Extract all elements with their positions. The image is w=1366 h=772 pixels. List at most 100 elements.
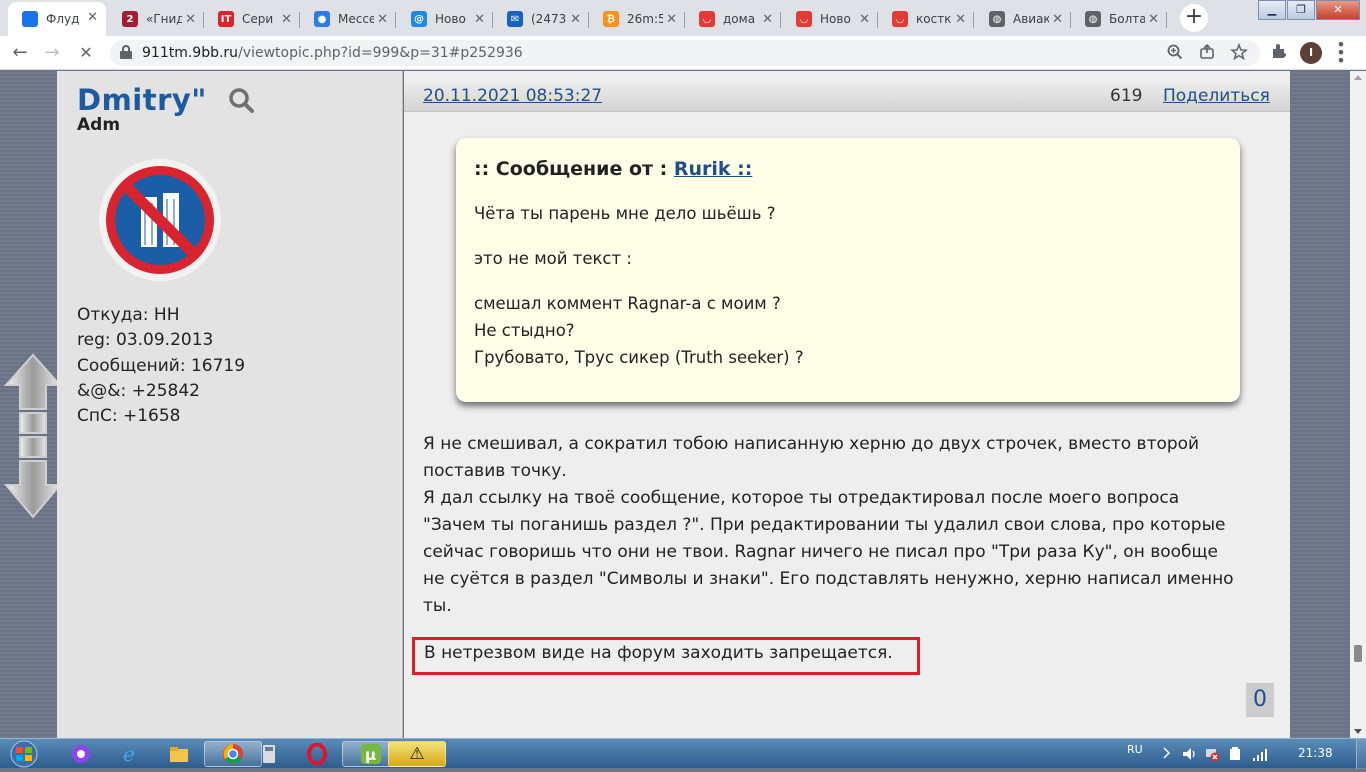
tab-close-icon[interactable]: ✕ xyxy=(859,12,870,27)
power-icon[interactable] xyxy=(1227,746,1243,765)
scroll-up-arrow[interactable] xyxy=(1354,75,1362,80)
tab-close-icon[interactable]: ✕ xyxy=(1148,12,1159,27)
show-desktop-button[interactable] xyxy=(1356,739,1366,769)
lock-icon[interactable] xyxy=(120,45,132,59)
tray-chevron-icon[interactable] xyxy=(1162,747,1171,762)
clock[interactable]: 21:38 xyxy=(1298,746,1333,760)
tab-favicon-icon: ◡ xyxy=(892,11,908,27)
tab-close-icon[interactable]: ✕ xyxy=(1052,12,1063,27)
tab-close-icon[interactable]: ✕ xyxy=(474,12,485,27)
url-text[interactable]: 911tm.9bb.ru/viewtopic.php?id=999&p=31#p… xyxy=(142,45,523,61)
maximize-button[interactable]: ❐ xyxy=(1287,0,1315,20)
tab-close-icon[interactable]: ✕ xyxy=(955,12,966,27)
browser-tab[interactable]: ◡ Ново ✕ xyxy=(782,4,878,34)
network-error-icon[interactable] xyxy=(1204,746,1220,765)
tab-favicon-icon: ✉ xyxy=(507,11,523,27)
browser-menu-icon[interactable]: • • • xyxy=(1336,37,1346,69)
new-tab-button[interactable]: + xyxy=(1180,4,1208,32)
start-button[interactable] xyxy=(4,739,44,768)
scrollbar-thumb[interactable] xyxy=(1354,645,1362,662)
quote-line: Не стыдно? xyxy=(474,321,575,340)
browser-tab[interactable]: ✉ (2473) ✕ xyxy=(493,4,589,34)
extensions-icon[interactable] xyxy=(1270,42,1288,64)
quote-prefix: :: Сообщение от : xyxy=(474,158,674,180)
browser-tab[interactable]: ● Мессе ✕ xyxy=(300,4,396,34)
post-line: поставив точку. xyxy=(423,461,567,481)
browser-tab[interactable]: ◡ костк ✕ xyxy=(878,4,974,34)
bookmark-star-icon[interactable] xyxy=(1230,42,1248,65)
share-icon[interactable] xyxy=(1198,43,1216,65)
user-role: Adm xyxy=(77,115,121,135)
file-explorer-icon[interactable] xyxy=(164,741,194,767)
opera-browser-icon[interactable] xyxy=(302,741,332,767)
tab-close-icon[interactable]: ✕ xyxy=(377,12,388,27)
forward-button[interactable]: → xyxy=(40,41,64,65)
tab-close-icon[interactable]: ✕ xyxy=(762,12,773,27)
tab-title: (2473) xyxy=(531,12,567,26)
post-line: Я не смешивал, а сократил тобою написанн… xyxy=(423,434,1200,454)
tab-favicon-icon xyxy=(22,11,38,27)
username[interactable]: Dmitry" xyxy=(77,83,207,117)
profile-avatar[interactable]: I xyxy=(1300,42,1322,64)
browser-tab[interactable]: ₿ 26m:5 ✕ xyxy=(589,4,685,34)
tab-favicon-icon: ● xyxy=(314,11,330,27)
post-date-link[interactable]: 20.11.2021 08:53:27 xyxy=(423,86,602,106)
address-bar[interactable]: 911tm.9bb.ru/viewtopic.php?id=999&p=31#p… xyxy=(110,40,1260,66)
browser-tab[interactable]: ◍ Болта ✕ xyxy=(1071,4,1167,34)
signal-strength-icon[interactable] xyxy=(1252,746,1268,765)
user-location: Откуда: НН xyxy=(77,305,180,325)
page-scrollbar[interactable] xyxy=(1350,71,1366,738)
user-info-sidebar: Dmitry" Adm Откуда: НН reg: 03.09.2013 С… xyxy=(57,71,403,738)
post-line: сейчас говоришь что они не твои. Ragnar … xyxy=(423,542,1218,562)
zoom-icon[interactable] xyxy=(1166,43,1184,65)
quote-block: :: Сообщение от : Rurik :: Чёта ты парен… xyxy=(456,138,1240,402)
browser-tab[interactable]: ◍ Авиак ✕ xyxy=(975,4,1071,34)
like-counter[interactable]: 0 xyxy=(1246,683,1274,717)
scroll-arrows-widget[interactable] xyxy=(3,353,63,519)
tab-favicon-icon: IT xyxy=(218,11,234,27)
tab-title: 26m:5 xyxy=(627,12,663,26)
calculator-icon[interactable] xyxy=(254,741,284,767)
tab-close-icon[interactable]: ✕ xyxy=(666,12,677,27)
tab-close-icon[interactable]: ✕ xyxy=(570,12,581,27)
scroll-up-arrow-icon[interactable] xyxy=(3,353,63,410)
assistant-app-icon[interactable] xyxy=(66,741,96,767)
tab-close-icon[interactable]: ✕ xyxy=(185,12,196,27)
search-icon[interactable] xyxy=(228,87,254,113)
scroll-down-arrow-icon[interactable] xyxy=(3,460,63,519)
quote-text: Чёта ты парень мне дело шьёшь ? это не м… xyxy=(474,200,1222,371)
avatar xyxy=(97,157,223,283)
stop-loading-button[interactable]: ✕ xyxy=(74,41,98,65)
tab-favicon-icon: @ xyxy=(411,11,427,27)
tab-title: Флуд xyxy=(46,12,80,26)
user-stats: Откуда: НН reg: 03.09.2013 Сообщений: 16… xyxy=(77,303,245,429)
post-header: 20.11.2021 08:53:27 619 Поделиться xyxy=(404,82,1290,112)
language-indicator[interactable]: RU xyxy=(1127,743,1143,756)
tab-close-icon[interactable]: ✕ xyxy=(281,12,292,27)
warning-icon: ⚠ xyxy=(409,744,425,764)
back-button[interactable]: ← xyxy=(8,41,32,65)
browser-toolbar: ← → ✕ 911tm.9bb.ru/viewtopic.php?id=999&… xyxy=(0,36,1366,70)
tab-title: «Гнид xyxy=(146,12,182,26)
quote-author-link[interactable]: Rurik :: xyxy=(674,158,753,180)
volume-icon[interactable] xyxy=(1181,746,1197,765)
highlighted-forum-rule: В нетрезвом виде на форум заходить запре… xyxy=(412,637,920,675)
internet-explorer-icon[interactable]: e xyxy=(116,741,146,767)
tab-favicon-icon: ◍ xyxy=(989,11,1005,27)
scroll-down-arrow[interactable] xyxy=(1354,729,1362,734)
minimize-button[interactable]: ▁ xyxy=(1258,0,1286,20)
tab-favicon-icon: 2 xyxy=(122,11,138,27)
tab-close-icon[interactable]: ✕ xyxy=(87,10,98,25)
warning-taskbar-button[interactable]: ⚠ xyxy=(388,741,446,767)
browser-tab[interactable]: IT Сери ✕ xyxy=(204,4,300,34)
browser-tab[interactable]: Флуд ✕ xyxy=(8,2,106,36)
tab-separator xyxy=(973,12,974,28)
post-number: 619 xyxy=(1110,86,1143,106)
scroll-middle-icon[interactable] xyxy=(19,412,47,458)
window-close-button[interactable]: ✕ xyxy=(1316,0,1360,20)
share-link[interactable]: Поделиться xyxy=(1163,86,1270,106)
tab-title: костк xyxy=(916,12,952,26)
browser-tab[interactable]: ◡ дома ✕ xyxy=(685,4,781,34)
browser-tab[interactable]: @ Ново ✕ xyxy=(397,4,493,34)
browser-tab[interactable]: 2 «Гнид ✕ xyxy=(108,4,204,34)
